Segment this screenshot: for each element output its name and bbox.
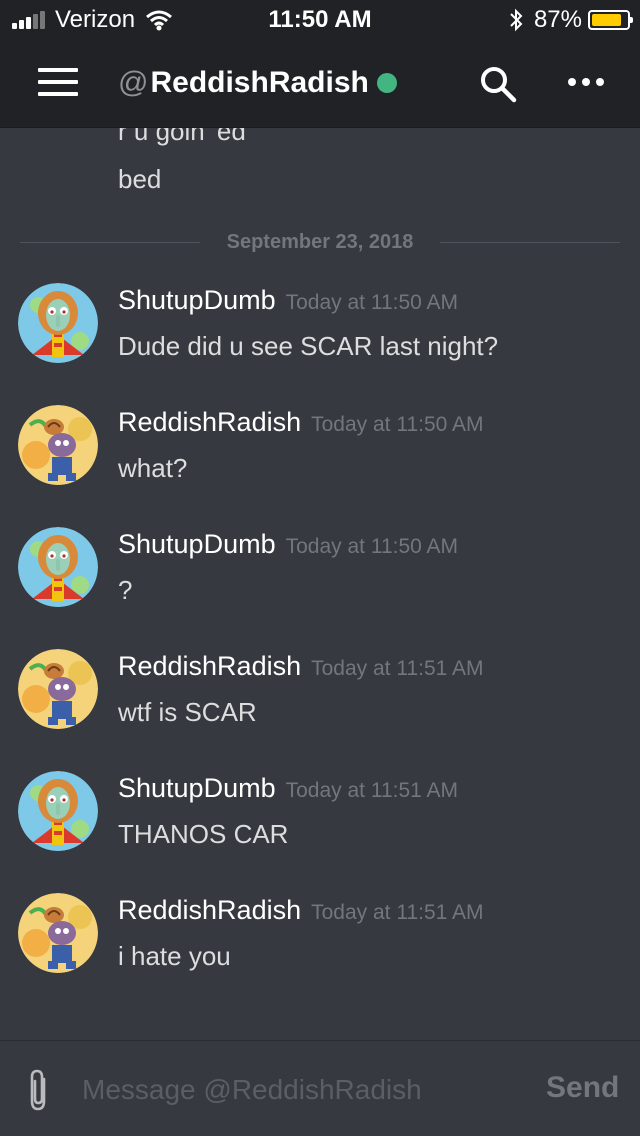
avatar[interactable] <box>18 405 98 485</box>
channel-title[interactable]: @ ReddishRadish <box>118 66 397 100</box>
message-meta: ReddishRadish Today at 11:51 AM <box>118 895 484 926</box>
message-author[interactable]: ShutupDumb <box>118 773 276 804</box>
message-author[interactable]: ShutupDumb <box>118 285 276 316</box>
battery-fill <box>592 14 622 26</box>
message-item[interactable]: ReddishRadish Today at 11:50 AM what? <box>0 405 640 515</box>
avatar[interactable] <box>18 893 98 973</box>
message-meta: ReddishRadish Today at 11:51 AM <box>118 651 484 682</box>
message-text: wtf is SCAR <box>118 697 257 727</box>
message-author[interactable]: ReddishRadish <box>118 407 301 438</box>
message-author[interactable]: ShutupDumb <box>118 529 276 560</box>
battery-icon <box>588 10 633 30</box>
avatar[interactable] <box>18 283 98 363</box>
message-text: THANOS CAR <box>118 819 289 849</box>
message-composer: Send <box>0 1040 640 1136</box>
date-divider: September 23, 2018 <box>20 228 620 258</box>
search-icon[interactable] <box>478 64 518 104</box>
message-meta: ShutupDumb Today at 11:50 AM <box>118 529 458 560</box>
message-list[interactable]: r u goin' ed bed September 23, 2018 Shut… <box>0 128 640 1040</box>
status-right: 87% <box>508 6 633 34</box>
more-options-icon[interactable] <box>568 78 604 88</box>
send-button[interactable]: Send <box>546 1071 619 1105</box>
message-meta: ShutupDumb Today at 11:50 AM <box>118 285 458 316</box>
message-timestamp: Today at 11:51 AM <box>285 779 458 802</box>
previous-message-text: bed <box>118 164 162 194</box>
message-item[interactable]: ShutupDumb Today at 11:51 AM THANOS CAR <box>0 771 640 881</box>
message-item[interactable]: ReddishRadish Today at 11:51 AM wtf is SCA… <box>0 649 640 759</box>
avatar[interactable] <box>18 649 98 729</box>
message-author[interactable]: ReddishRadish <box>118 651 301 682</box>
avatar[interactable] <box>18 771 98 851</box>
bluetooth-icon <box>510 8 523 32</box>
channel-name: ReddishRadish <box>150 66 369 99</box>
message-timestamp: Today at 11:50 AM <box>311 413 484 436</box>
message-timestamp: Today at 11:51 AM <box>311 657 484 680</box>
message-item[interactable]: ReddishRadish Today at 11:51 AM i hate you <box>0 893 640 1003</box>
message-text: ? <box>118 575 133 605</box>
status-bar: Verizon 11:50 AM 87% <box>0 0 640 40</box>
previous-message-partial: r u goin' ed <box>118 128 246 146</box>
message-author[interactable]: ReddishRadish <box>118 895 301 926</box>
at-symbol: @ <box>118 66 149 99</box>
message-item[interactable]: ShutupDumb Today at 11:50 AM Dude did u se… <box>0 283 640 393</box>
message-text: Dude did u see SCAR last night? <box>118 331 499 361</box>
message-text: i hate you <box>118 941 231 971</box>
message-input[interactable] <box>80 1069 524 1111</box>
avatar[interactable] <box>18 527 98 607</box>
message-item[interactable]: ShutupDumb Today at 11:50 AM? <box>0 527 640 637</box>
message-meta: ReddishRadish Today at 11:50 AM <box>118 407 484 438</box>
divider-line-right <box>440 242 620 243</box>
online-status-icon <box>376 73 397 93</box>
menu-icon[interactable] <box>38 68 78 98</box>
channel-header: @ ReddishRadish <box>0 40 640 128</box>
message-timestamp: Today at 11:50 AM <box>285 535 458 558</box>
message-text: what? <box>118 453 188 483</box>
message-meta: ShutupDumb Today at 11:51 AM <box>118 773 458 804</box>
battery-percent: 87% <box>533 6 582 33</box>
paperclip-icon[interactable] <box>24 1067 54 1113</box>
message-timestamp: Today at 11:50 AM <box>285 291 458 314</box>
message-timestamp: Today at 11:51 AM <box>311 901 484 924</box>
